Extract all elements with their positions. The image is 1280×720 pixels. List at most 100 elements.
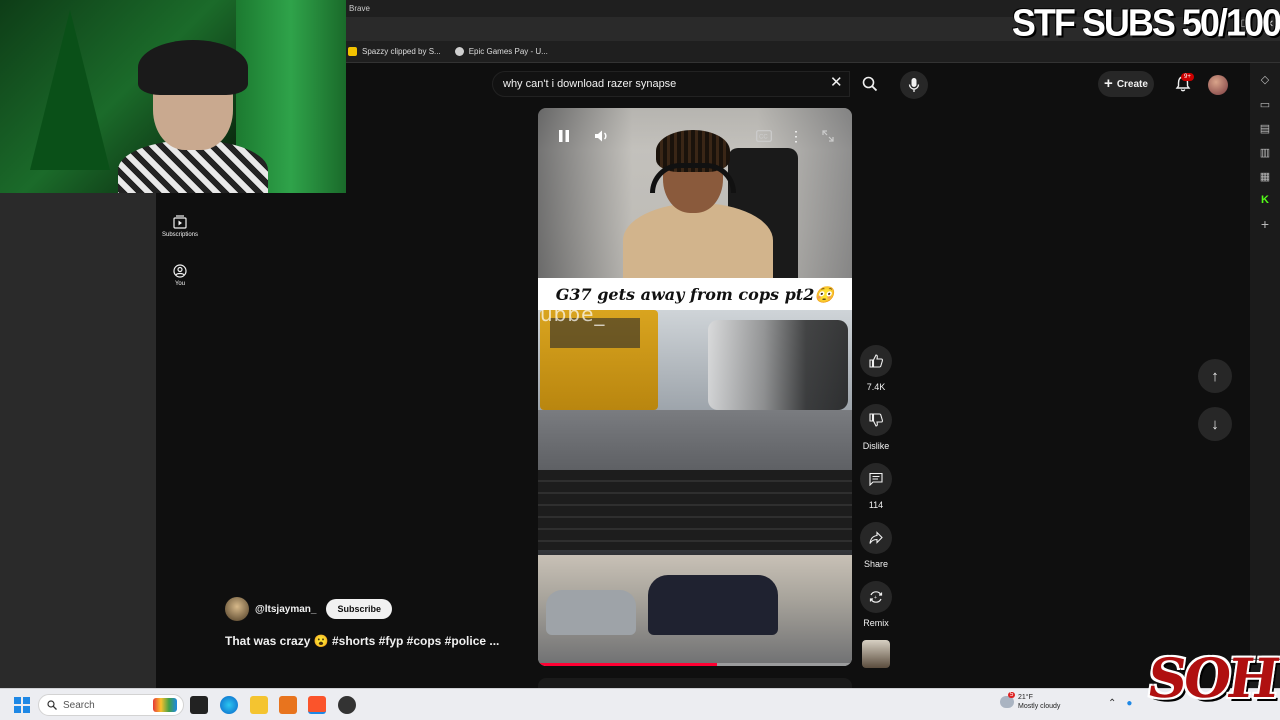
video-bottom-frame — [538, 310, 852, 666]
guide-item-subscriptions[interactable]: Subscriptions — [156, 215, 204, 238]
subscribe-button[interactable]: Subscribe — [326, 599, 392, 619]
like-circle — [860, 345, 892, 377]
like-count: 7.4K — [866, 382, 886, 392]
account-avatar[interactable] — [1208, 75, 1228, 95]
sidebar-wallet-icon[interactable]: ▤ — [1259, 122, 1271, 135]
next-short-button[interactable]: ↓ — [1198, 407, 1232, 441]
task-view-icon[interactable] — [190, 696, 208, 714]
sidebar-bat-icon[interactable]: ◇ — [1259, 73, 1271, 86]
streamer-hat — [138, 40, 248, 95]
bookmark-epic[interactable]: Epic Games Pay - U... — [454, 47, 548, 56]
channel-row: @ltsjayman_ Subscribe — [225, 597, 392, 621]
guide-label: You — [174, 281, 186, 287]
weather-text: 21°F Mostly cloudy — [1018, 693, 1060, 711]
kick-icon[interactable]: K — [1259, 194, 1271, 206]
bookmark-spazzy[interactable]: Spazzy clipped by S... — [348, 47, 441, 56]
remix-label: Remix — [863, 618, 889, 628]
file-explorer-icon[interactable] — [250, 696, 268, 714]
comment-icon — [869, 472, 883, 486]
like-button[interactable]: 7.4K — [860, 345, 892, 392]
stream-goal-title: STF SUBS 50/100 — [1011, 0, 1280, 44]
search-button[interactable] — [854, 71, 886, 97]
search-query: why can't i download razer synapse — [503, 78, 677, 90]
sidebar-media-icon[interactable]: ▭ — [1259, 98, 1271, 111]
left-blank-area — [0, 193, 156, 688]
remix-button[interactable]: + Remix — [860, 581, 892, 628]
shorts-player[interactable]: G37 gets away from cops pt2😳 ubbe_ CC ⋮ — [538, 108, 852, 666]
pause-icon — [559, 130, 569, 142]
globe-icon — [454, 47, 464, 56]
share-button[interactable]: Share — [860, 522, 892, 569]
search-input[interactable]: why can't i download razer synapse — [492, 71, 850, 97]
thumbs-up-icon — [869, 354, 883, 368]
video-progress-bar[interactable] — [538, 663, 852, 666]
windows-logo-tile — [14, 706, 21, 713]
headset — [650, 163, 736, 193]
dislike-circle — [860, 404, 892, 436]
sidebar-bookmarks-icon[interactable]: ▥ — [1259, 146, 1271, 159]
captions-button[interactable]: CC — [752, 126, 776, 146]
clip-icon — [348, 47, 357, 56]
brave-icon[interactable] — [308, 696, 326, 714]
plus-icon: + — [1104, 75, 1113, 92]
previous-short-button[interactable]: ↑ — [1198, 359, 1232, 393]
next-short-peek[interactable] — [538, 678, 852, 688]
add-panel-icon[interactable]: + — [1259, 216, 1271, 232]
more-options-button[interactable]: ⋮ — [784, 126, 808, 146]
svg-text:+: + — [874, 595, 877, 601]
expand-icon — [822, 130, 834, 142]
clear-search-icon[interactable]: ✕ — [830, 75, 843, 91]
windows-logo-tile — [23, 706, 30, 713]
chevron-up-icon[interactable]: ⌃ — [1108, 698, 1116, 709]
volume-icon — [595, 130, 607, 142]
sound-thumbnail[interactable] — [862, 640, 890, 668]
volume-button[interactable] — [590, 126, 614, 146]
notification-count-badge: 9+ — [1181, 73, 1194, 81]
dislike-label: Dislike — [862, 441, 890, 451]
arrow-down-icon: ↓ — [1211, 415, 1219, 433]
windows-logo-tile — [14, 697, 21, 704]
remix-icon: + — [869, 591, 883, 603]
system-tray: ⌃ ● — [1108, 698, 1132, 709]
comment-count: 114 — [868, 500, 884, 510]
subscriptions-icon — [173, 215, 187, 229]
sidebar-reading-list-icon[interactable]: ▦ — [1259, 170, 1271, 183]
comments-circle — [860, 463, 892, 495]
pause-button[interactable] — [552, 126, 576, 146]
browser-sidepanel: ◇ ▭ ▤ ▥ ▦ K + ⚙ — [1250, 63, 1280, 688]
windows-logo-tile — [23, 697, 30, 704]
channel-name[interactable]: @ltsjayman_ — [255, 604, 316, 615]
bookmark-label: Epic Games Pay - U... — [468, 47, 548, 56]
dashboard-vents — [538, 470, 852, 550]
guide-label: Subscriptions — [161, 232, 199, 238]
app-icon-orange[interactable] — [279, 696, 297, 714]
weather-widget[interactable]: 5 21°F Mostly cloudy — [1000, 692, 1060, 711]
taskbar-search-placeholder: Search — [63, 699, 95, 711]
remix-circle: + — [860, 581, 892, 613]
video-streamer-body — [623, 203, 773, 278]
streamer — [118, 40, 268, 193]
start-button[interactable] — [14, 697, 30, 713]
guide-item-you[interactable]: You — [156, 264, 204, 287]
weather-temp: 21°F — [1018, 694, 1033, 701]
search-icon — [862, 76, 878, 92]
weather-desc: Mostly cloudy — [1018, 703, 1061, 710]
channel-avatar[interactable] — [225, 597, 249, 621]
share-label: Share — [863, 559, 889, 569]
voice-search-button[interactable] — [900, 71, 928, 99]
obs-icon[interactable] — [338, 696, 356, 714]
short-title[interactable]: That was crazy 😮 #shorts #fyp #cops #pol… — [225, 634, 499, 648]
weather-badge: 5 — [1008, 692, 1016, 698]
tray-app-icon[interactable]: ● — [1126, 698, 1132, 709]
edge-icon[interactable] — [220, 696, 238, 714]
mini-guide: Subscriptions You — [156, 193, 204, 688]
taskbar-search[interactable]: Search — [38, 694, 184, 716]
create-button[interactable]: + Create — [1098, 71, 1154, 97]
christmas-tree — [30, 10, 110, 170]
comments-button[interactable]: 114 — [860, 463, 892, 510]
youtube-topbar: why can't i download razer synapse ✕ + C… — [346, 63, 1250, 105]
dislike-button[interactable]: Dislike — [860, 404, 892, 451]
search-icon — [47, 700, 57, 710]
fullscreen-button[interactable] — [816, 126, 840, 146]
parked-cars — [708, 320, 848, 410]
